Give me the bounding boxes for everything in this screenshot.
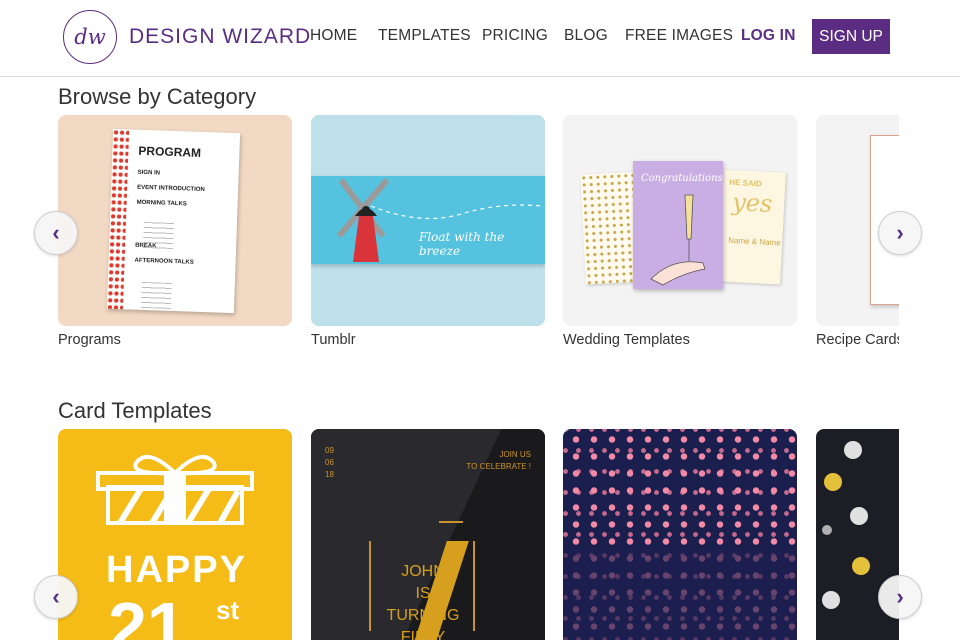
category-card-wedding[interactable]: HE SAID yes Name & Name Congratulations bbox=[563, 115, 797, 326]
category-label-tumblr[interactable]: Tumblr bbox=[311, 332, 356, 348]
nav-home[interactable]: HOME bbox=[310, 27, 357, 45]
dot bbox=[822, 525, 832, 535]
turning-text: JOHN IS TURNING FIFTY bbox=[386, 563, 460, 640]
browse-category-title: Browse by Category bbox=[58, 84, 257, 109]
templates-next-arrow[interactable]: › bbox=[878, 575, 922, 619]
speaker-lines bbox=[143, 221, 174, 250]
category-label-wedding[interactable]: Wedding Templates bbox=[563, 332, 690, 348]
tumblr-tagline: Float with the breeze bbox=[419, 230, 505, 258]
dot bbox=[822, 591, 840, 609]
dot bbox=[844, 441, 862, 459]
browse-prev-arrow[interactable]: ‹ bbox=[34, 211, 78, 255]
nav-free-images[interactable]: FREE IMAGES bbox=[625, 27, 733, 45]
gift-box-icon bbox=[96, 454, 254, 525]
template-card-confetti[interactable] bbox=[563, 429, 797, 640]
gold-rule bbox=[369, 541, 371, 631]
join-us-text: JOIN US TO CELEBRATE ! bbox=[466, 450, 531, 471]
program-document-image: PROGRAM SIGN IN EVENT INTRODUCTION MORNI… bbox=[106, 128, 241, 314]
age-suffix: st bbox=[216, 595, 240, 625]
gold-rule bbox=[473, 541, 475, 631]
speaker-lines bbox=[140, 281, 172, 309]
tumblr-banner: Float with the breeze bbox=[311, 176, 545, 264]
category-label-recipe[interactable]: Recipe Cards bbox=[816, 332, 899, 348]
champagne-glass-icon bbox=[650, 194, 706, 286]
program-agenda: SIGN IN EVENT INTRODUCTION MORNING TALKS… bbox=[134, 169, 205, 266]
dot bbox=[850, 507, 868, 525]
category-card-tumblr[interactable]: Float with the breeze bbox=[311, 115, 545, 326]
confetti-fade bbox=[563, 549, 797, 640]
nav-pricing[interactable]: PRICING bbox=[482, 27, 548, 45]
brand-name: DESIGN WIZARD bbox=[129, 25, 312, 48]
nav-blog[interactable]: BLOG bbox=[564, 27, 608, 45]
template-card-happy-21st[interactable]: HAPPY 21 st bbox=[58, 429, 292, 640]
dot bbox=[824, 473, 842, 491]
nav-templates[interactable]: TEMPLATES bbox=[378, 27, 471, 45]
browse-next-arrow[interactable]: › bbox=[878, 211, 922, 255]
event-date: 09 06 18 bbox=[325, 446, 334, 479]
card-templates-title: Card Templates bbox=[58, 398, 212, 423]
login-link[interactable]: LOG IN bbox=[741, 27, 796, 45]
dot bbox=[852, 557, 870, 575]
age-number: 21 bbox=[108, 588, 186, 640]
wedding-invite-right: HE SAID yes Name & Name bbox=[718, 169, 786, 285]
program-title: PROGRAM bbox=[138, 143, 202, 160]
polka-dot-strip bbox=[106, 128, 130, 310]
logo[interactable]: dw DESIGN WIZARD bbox=[63, 10, 311, 64]
gold-rule bbox=[439, 521, 463, 523]
category-card-programs[interactable]: PROGRAM SIGN IN EVENT INTRODUCTION MORNI… bbox=[58, 115, 292, 326]
templates-prev-arrow[interactable]: ‹ bbox=[34, 575, 78, 619]
wedding-invite-center: Congratulations bbox=[633, 161, 723, 289]
signup-button[interactable]: SIGN UP bbox=[812, 19, 890, 54]
category-label-programs[interactable]: Programs bbox=[58, 332, 121, 348]
template-card-john-fifty[interactable]: 09 06 18 JOIN US TO CELEBRATE ! JOHN IS … bbox=[311, 429, 545, 640]
site-header: dw DESIGN WIZARD HOME TEMPLATES PRICING … bbox=[0, 0, 960, 77]
logo-mark: dw bbox=[63, 10, 117, 64]
happy-text: HAPPY bbox=[106, 549, 247, 591]
